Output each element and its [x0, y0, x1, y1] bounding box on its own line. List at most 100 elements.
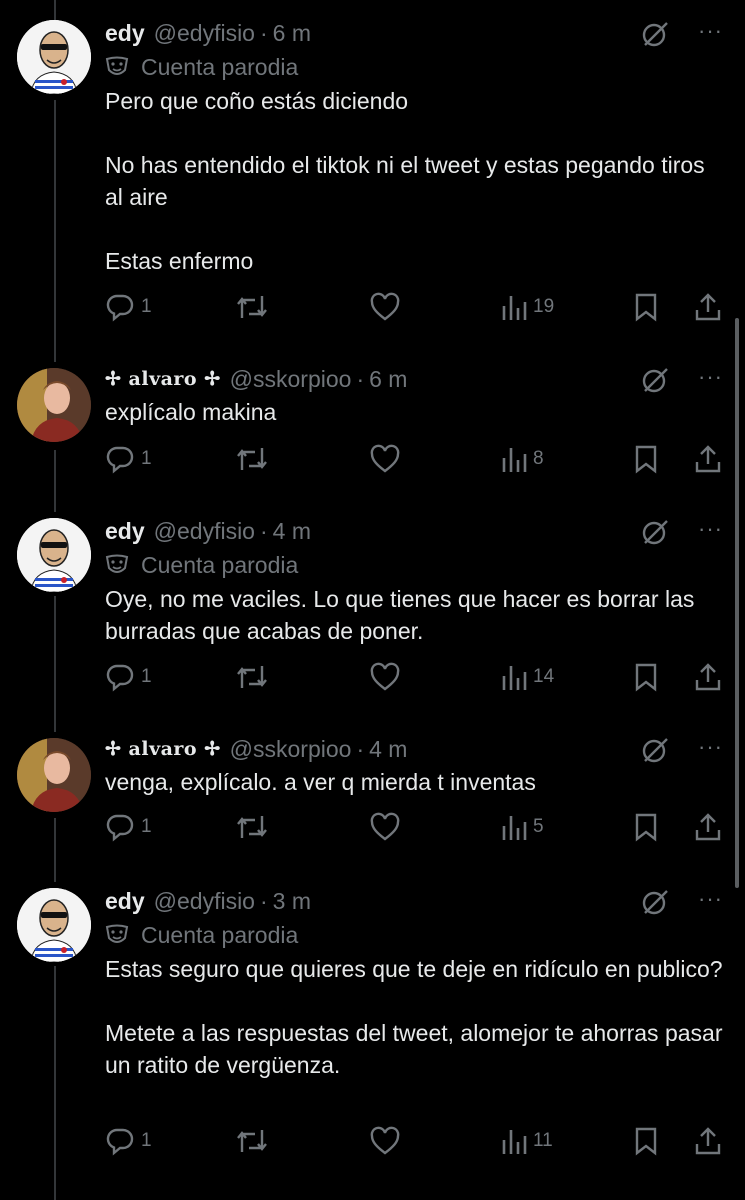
avatar[interactable]	[17, 888, 91, 962]
like-icon	[370, 812, 400, 841]
scrollbar[interactable]	[735, 318, 739, 888]
retweet-button[interactable]	[235, 442, 275, 476]
reply-button[interactable]: 1	[105, 810, 152, 844]
retweet-button[interactable]	[235, 290, 275, 324]
separator: ·	[259, 19, 268, 46]
author-handle[interactable]: @edyfisio	[154, 518, 255, 545]
share-button[interactable]	[693, 660, 723, 694]
author-name[interactable]: edy	[105, 20, 145, 47]
separator: ·	[356, 365, 365, 392]
avatar[interactable]	[17, 738, 91, 812]
tweet-actions: 1 8	[105, 442, 725, 476]
reply-button[interactable]: 1	[105, 660, 152, 694]
author-name[interactable]: edy	[105, 888, 145, 915]
tweet-text: Pero que coño estás diciendo No has ente…	[105, 88, 705, 274]
share-icon	[695, 445, 721, 473]
parody-label: Cuenta parodia	[105, 548, 725, 582]
retweet-icon	[237, 666, 267, 688]
separator: ·	[259, 887, 268, 914]
timestamp[interactable]: 6 m	[273, 20, 311, 47]
more-icon[interactable]: ···	[698, 888, 723, 910]
grok-icon[interactable]	[641, 20, 669, 48]
more-icon[interactable]: ···	[698, 20, 723, 42]
bookmark-button[interactable]	[633, 1124, 659, 1158]
views-button[interactable]: 11	[501, 1124, 553, 1158]
reply-count: 1	[141, 816, 152, 837]
retweet-button[interactable]	[235, 660, 275, 694]
timestamp[interactable]: 4 m	[369, 736, 407, 763]
author-name[interactable]: ✢ alvaro ✢	[105, 368, 221, 390]
like-button[interactable]	[369, 1124, 407, 1158]
grok-icon[interactable]	[641, 888, 669, 916]
more-icon[interactable]: ···	[698, 736, 723, 758]
bookmark-icon	[635, 813, 657, 842]
retweet-button[interactable]	[235, 1124, 275, 1158]
author-name[interactable]: edy	[105, 518, 145, 545]
retweet-icon	[237, 296, 267, 318]
share-button[interactable]	[693, 290, 723, 324]
separator: ·	[356, 735, 365, 762]
reply-button[interactable]: 1	[105, 1124, 152, 1158]
tweet[interactable]: edy @edyfisio · 6 m ··· Cuenta parodia P…	[0, 16, 745, 336]
bookmark-button[interactable]	[633, 442, 659, 476]
tweet-text: explícalo makina	[105, 399, 277, 425]
like-button[interactable]	[369, 442, 407, 476]
share-button[interactable]	[693, 442, 723, 476]
more-icon[interactable]: ···	[698, 366, 723, 388]
grok-icon[interactable]	[641, 518, 669, 546]
views-button[interactable]: 19	[501, 290, 554, 324]
views-button[interactable]: 14	[501, 660, 554, 694]
like-icon	[370, 292, 400, 321]
like-button[interactable]	[369, 810, 407, 844]
views-icon	[502, 666, 527, 690]
bookmark-button[interactable]	[633, 810, 659, 844]
reply-icon	[106, 294, 134, 322]
like-button[interactable]	[369, 290, 407, 324]
reply-count: 1	[141, 448, 152, 469]
retweet-icon	[237, 1130, 267, 1152]
author-handle[interactable]: @edyfisio	[154, 888, 255, 915]
like-button[interactable]	[369, 660, 407, 694]
timestamp[interactable]: 6 m	[369, 366, 407, 393]
reply-count: 1	[141, 296, 152, 317]
author-handle[interactable]: @sskorpioo	[230, 366, 352, 393]
timestamp[interactable]: 4 m	[273, 518, 311, 545]
author-handle[interactable]: @sskorpioo	[230, 736, 352, 763]
avatar[interactable]	[17, 20, 91, 94]
share-icon	[695, 293, 721, 321]
reply-count: 1	[141, 666, 152, 687]
avatar[interactable]	[17, 368, 91, 442]
views-count: 8	[533, 448, 544, 469]
tweet-actions: 1 5	[105, 810, 725, 844]
tweet[interactable]: ✢ alvaro ✢ @sskorpioo · 4 m ··· venga, e…	[0, 732, 745, 852]
author-handle[interactable]: @edyfisio	[154, 20, 255, 47]
bookmark-button[interactable]	[633, 660, 659, 694]
reply-button[interactable]: 1	[105, 290, 152, 324]
tweet-actions: 1 19	[105, 290, 725, 324]
bookmark-button[interactable]	[633, 290, 659, 324]
share-icon	[695, 663, 721, 691]
tweet-text: Estas seguro que quieres que te deje en …	[105, 956, 723, 1078]
grok-icon[interactable]	[641, 366, 669, 394]
views-button[interactable]: 5	[501, 810, 544, 844]
retweet-icon	[237, 448, 267, 470]
views-count: 19	[533, 296, 555, 317]
parody-mask-icon	[105, 56, 129, 75]
author-name[interactable]: ✢ alvaro ✢	[105, 738, 221, 760]
tweet[interactable]: edy @edyfisio · 4 m ··· Cuenta parodia O…	[0, 514, 745, 704]
share-button[interactable]	[693, 810, 723, 844]
retweet-button[interactable]	[235, 810, 275, 844]
reply-button[interactable]: 1	[105, 442, 152, 476]
share-button[interactable]	[693, 1124, 723, 1158]
parody-mask-icon	[105, 554, 129, 573]
more-icon[interactable]: ···	[698, 518, 723, 540]
parody-label: Cuenta parodia	[105, 918, 725, 952]
tweet[interactable]: edy @edyfisio · 3 m ··· Cuenta parodia E…	[0, 884, 745, 1184]
grok-icon[interactable]	[641, 736, 669, 764]
tweet[interactable]: ✢ alvaro ✢ @sskorpioo · 6 m ··· explícal…	[0, 362, 745, 482]
timestamp[interactable]: 3 m	[273, 888, 311, 915]
bookmark-icon	[635, 1127, 657, 1156]
reply-count: 1	[141, 1130, 152, 1151]
avatar[interactable]	[17, 518, 91, 592]
views-button[interactable]: 8	[501, 442, 544, 476]
